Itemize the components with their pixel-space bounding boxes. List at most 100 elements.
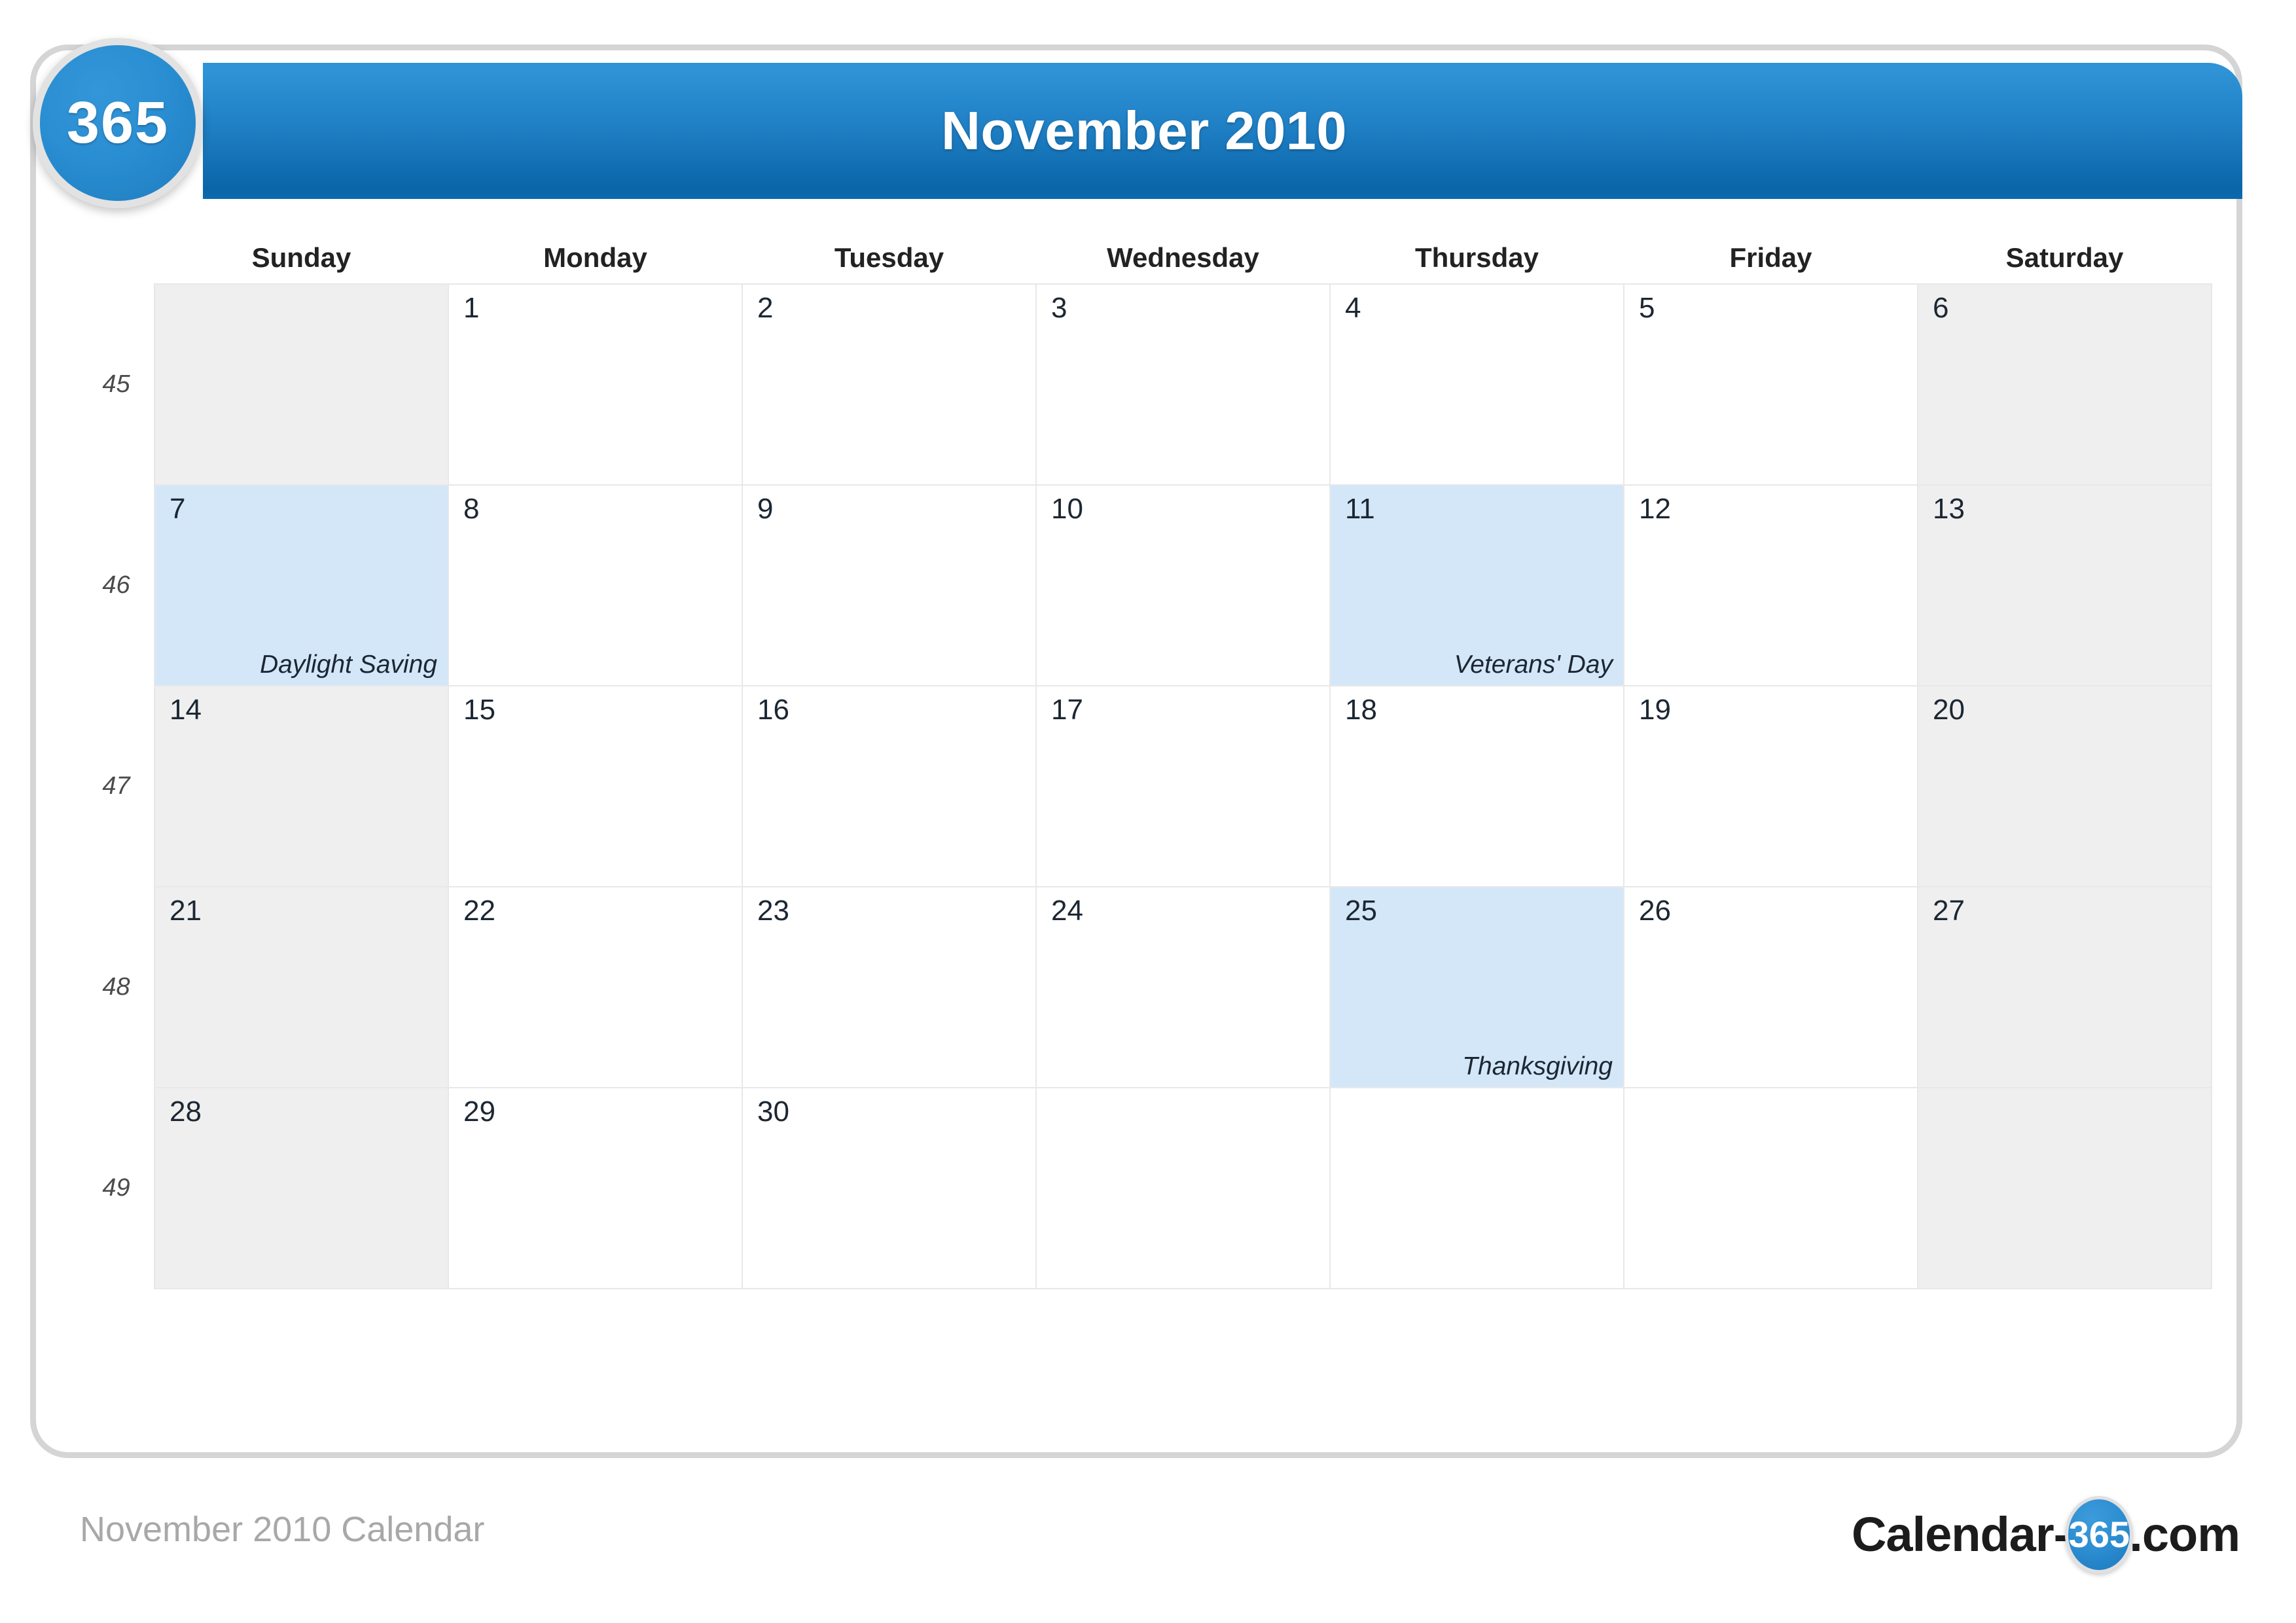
month-header-bar: November 2010 xyxy=(203,63,2242,199)
day-header-wednesday: Wednesday xyxy=(1036,232,1330,284)
day-cell[interactable]: 30 xyxy=(742,1087,1037,1289)
day-number: 27 xyxy=(1933,895,1965,927)
day-cell[interactable]: 14 xyxy=(154,685,449,887)
day-number: 6 xyxy=(1933,292,1949,324)
day-header-sunday: Sunday xyxy=(154,232,448,284)
day-cell[interactable]: 21 xyxy=(154,886,449,1088)
day-cell[interactable]: 25 Thanksgiving xyxy=(1329,886,1624,1088)
day-number: 26 xyxy=(1639,895,1671,927)
day-cell[interactable]: 2 xyxy=(742,283,1037,486)
day-number: 5 xyxy=(1639,292,1655,324)
day-event-label: Thanksgiving xyxy=(1462,1052,1613,1080)
day-number: 30 xyxy=(757,1096,789,1128)
day-cell[interactable]: 12 xyxy=(1623,484,1918,687)
day-number: 20 xyxy=(1933,694,1965,726)
week-number-cell: 49 xyxy=(79,1088,154,1289)
calendar-grid: Sunday Monday Tuesday Wednesday Thursday… xyxy=(79,232,2212,1289)
logo-suffix: .com xyxy=(2129,1507,2240,1561)
day-number: 24 xyxy=(1051,895,1083,927)
day-number: 23 xyxy=(757,895,789,927)
site-logo[interactable]: Calendar- 365 .com xyxy=(1851,1496,2240,1573)
calendar-header-row: Sunday Monday Tuesday Wednesday Thursday… xyxy=(79,232,2212,284)
calendar-body: 45 1 2 3 4 5 6 46 7 Daylight Saving 8 9 10 11 Veterans… xyxy=(79,283,2212,1289)
day-number: 21 xyxy=(170,895,202,927)
day-number: 13 xyxy=(1933,493,1965,525)
day-cell[interactable]: 15 xyxy=(448,685,743,887)
day-number: 11 xyxy=(1345,493,1375,525)
calendar-week-row: 48 21 22 23 24 25 Thanksgiving 26 27 xyxy=(79,886,2212,1088)
day-number: 17 xyxy=(1051,694,1083,726)
day-number: 18 xyxy=(1345,694,1377,726)
logo-prefix: Calendar- xyxy=(1851,1507,2070,1561)
day-cell[interactable]: 23 xyxy=(742,886,1037,1088)
day-number: 4 xyxy=(1345,292,1361,324)
day-number: 29 xyxy=(463,1096,495,1128)
page-title: November 2010 xyxy=(941,100,1348,161)
day-number: 10 xyxy=(1051,493,1083,525)
day-number: 7 xyxy=(170,493,186,525)
day-cell[interactable]: 27 xyxy=(1917,886,2212,1088)
day-cell[interactable]: 10 xyxy=(1035,484,1331,687)
brand-badge-365: 365 xyxy=(33,38,203,208)
calendar-week-row: 46 7 Daylight Saving 8 9 10 11 Veterans' Day 12 1… xyxy=(79,484,2212,687)
day-header-monday: Monday xyxy=(448,232,742,284)
day-header-saturday: Saturday xyxy=(1918,232,2212,284)
day-number: 16 xyxy=(757,694,789,726)
day-cell[interactable]: 13 xyxy=(1917,484,2212,687)
day-number: 14 xyxy=(170,694,202,726)
footer-caption: November 2010 Calendar xyxy=(80,1510,485,1549)
day-number: 25 xyxy=(1345,895,1377,927)
day-cell[interactable]: 1 xyxy=(448,283,743,486)
brand-badge-label: 365 xyxy=(66,90,170,156)
calendar-area: 3 6 5 Sunday Monday Tuesday Wednesday Thur… xyxy=(79,232,2212,1436)
week-number-cell: 45 xyxy=(79,284,154,485)
day-header-thursday: Thursday xyxy=(1330,232,1624,284)
calendar-week-row: 47 14 15 16 17 18 19 20 xyxy=(79,685,2212,887)
day-number: 12 xyxy=(1639,493,1671,525)
day-number: 28 xyxy=(170,1096,202,1128)
day-number: 1 xyxy=(463,292,480,324)
week-number-cell: 48 xyxy=(79,887,154,1088)
day-cell[interactable]: 19 xyxy=(1623,685,1918,887)
day-cell[interactable]: 9 xyxy=(742,484,1037,687)
day-event-label: Veterans' Day xyxy=(1454,651,1613,679)
week-number-cell: 47 xyxy=(79,686,154,887)
day-number: 22 xyxy=(463,895,495,927)
day-header-tuesday: Tuesday xyxy=(742,232,1036,284)
day-cell-empty xyxy=(1623,1087,1918,1289)
day-cell-empty xyxy=(1035,1087,1331,1289)
day-cell[interactable]: 26 xyxy=(1623,886,1918,1088)
day-cell[interactable]: 11 Veterans' Day xyxy=(1329,484,1624,687)
day-number: 8 xyxy=(463,493,480,525)
calendar-week-row: 45 1 2 3 4 5 6 xyxy=(79,283,2212,486)
logo-badge-label: 365 xyxy=(2068,1514,2130,1555)
day-cell-empty xyxy=(154,283,449,486)
day-event-label: Daylight Saving xyxy=(260,651,437,679)
logo-badge-365-icon: 365 xyxy=(2065,1496,2134,1573)
week-number-header xyxy=(79,232,154,284)
day-cell-empty xyxy=(1329,1087,1624,1289)
day-cell[interactable]: 20 xyxy=(1917,685,2212,887)
calendar-week-row: 49 28 29 30 xyxy=(79,1087,2212,1289)
day-number: 19 xyxy=(1639,694,1671,726)
week-number-cell: 46 xyxy=(79,485,154,686)
day-cell[interactable]: 5 xyxy=(1623,283,1918,486)
day-cell[interactable]: 8 xyxy=(448,484,743,687)
day-header-friday: Friday xyxy=(1624,232,1918,284)
day-cell[interactable]: 3 xyxy=(1035,283,1331,486)
day-number: 15 xyxy=(463,694,495,726)
day-number: 9 xyxy=(757,493,774,525)
day-number: 3 xyxy=(1051,292,1067,324)
day-cell[interactable]: 7 Daylight Saving xyxy=(154,484,449,687)
day-cell[interactable]: 6 xyxy=(1917,283,2212,486)
day-cell[interactable]: 24 xyxy=(1035,886,1331,1088)
day-cell[interactable]: 29 xyxy=(448,1087,743,1289)
day-cell[interactable]: 4 xyxy=(1329,283,1624,486)
day-cell[interactable]: 22 xyxy=(448,886,743,1088)
day-cell[interactable]: 28 xyxy=(154,1087,449,1289)
page-footer: November 2010 Calendar Calendar- 365 .co… xyxy=(0,1496,2296,1584)
day-number: 2 xyxy=(757,292,774,324)
day-cell[interactable]: 17 xyxy=(1035,685,1331,887)
day-cell[interactable]: 18 xyxy=(1329,685,1624,887)
day-cell[interactable]: 16 xyxy=(742,685,1037,887)
